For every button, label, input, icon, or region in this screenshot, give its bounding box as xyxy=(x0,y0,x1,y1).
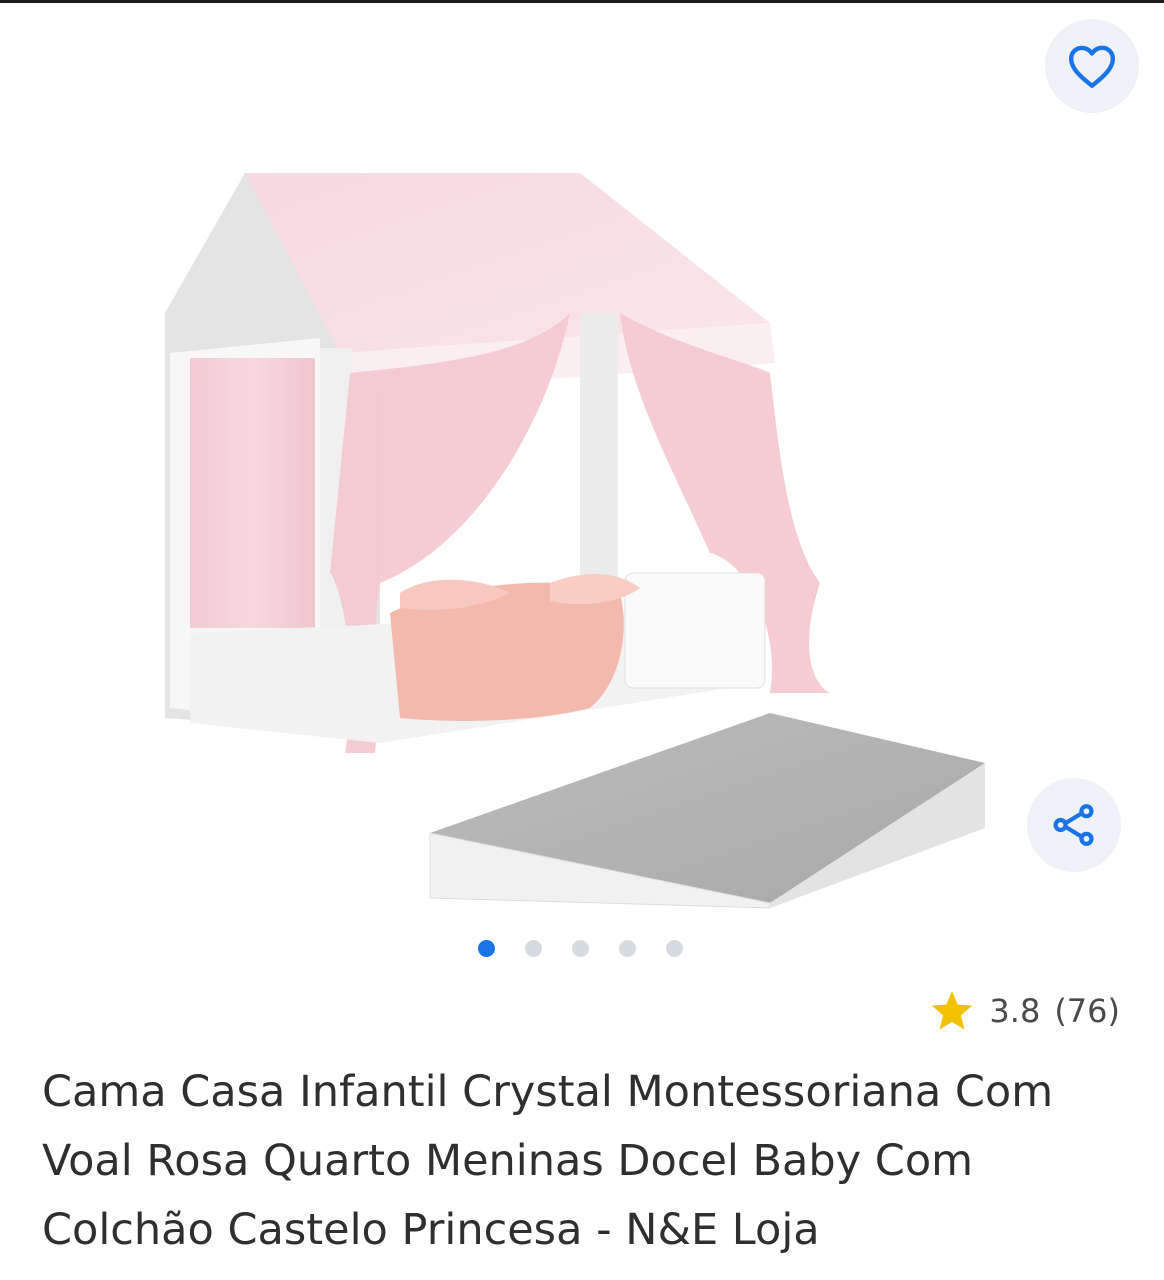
review-count: (76) xyxy=(1054,992,1120,1030)
favorite-button[interactable] xyxy=(1045,19,1139,113)
product-image[interactable] xyxy=(150,163,1000,913)
star-icon xyxy=(932,990,973,1030)
share-button[interactable] xyxy=(1027,778,1121,872)
gallery-dot-2[interactable] xyxy=(525,940,542,957)
gallery-dot-1[interactable] xyxy=(478,940,495,957)
gallery-dot-4[interactable] xyxy=(619,940,636,957)
product-image-gallery[interactable] xyxy=(0,3,1164,978)
heart-outline-icon xyxy=(1068,45,1116,88)
share-icon xyxy=(1053,804,1094,846)
rating-value: 3.8 xyxy=(989,992,1041,1030)
gallery-dot-3[interactable] xyxy=(572,940,589,957)
product-rating[interactable]: 3.8 (76) xyxy=(929,988,1120,1034)
gallery-pagination xyxy=(478,940,683,957)
gallery-dot-5[interactable] xyxy=(666,940,683,957)
product-title: Cama Casa Infantil Crystal Montessoriana… xyxy=(42,1067,1054,1255)
